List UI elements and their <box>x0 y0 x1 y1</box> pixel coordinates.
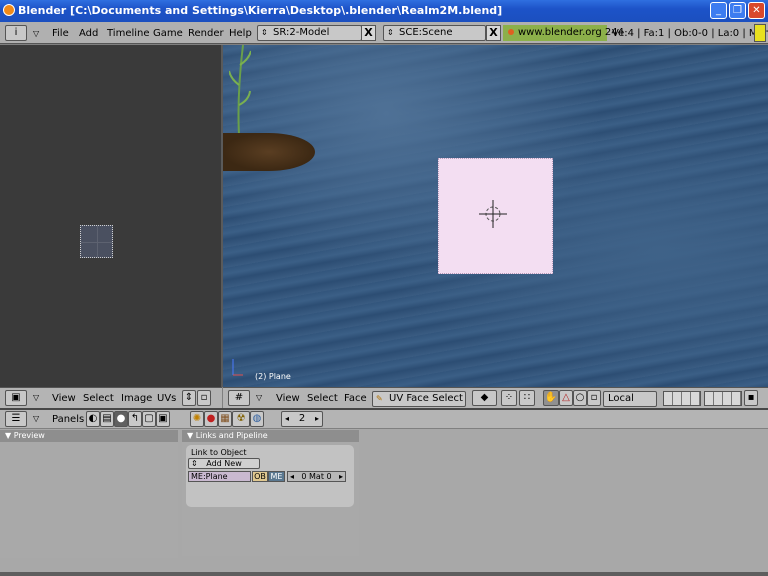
menu-timeline[interactable]: Timeline <box>107 28 150 39</box>
uv-menu-view[interactable]: View <box>52 393 76 404</box>
delete-screen-button[interactable]: X <box>361 25 376 41</box>
menu-add[interactable]: Add <box>79 28 98 39</box>
info-icon: i <box>14 27 18 38</box>
updown-arrow-icon: ⇕ <box>261 28 268 37</box>
window-title: Blender [C:\Documents and Settings\Kierr… <box>18 4 503 17</box>
material-icon[interactable]: ● <box>204 411 218 427</box>
buttons-type-button[interactable]: ☰ <box>5 411 27 427</box>
object-name-label: (2) Plane <box>255 372 291 381</box>
uv-editor-type-button[interactable]: ▣ <box>5 390 27 406</box>
buttons-header: ☰ ▽ Panels ◐ ▤ ● ↰ ▢ ▣ ✺ ● ▦ ☢ ◍ ◂ 2 ▸ <box>0 410 768 429</box>
info-header: i ▽ File Add Timeline Game Render Help ⇕… <box>0 22 768 44</box>
collapse-menu-icon[interactable]: ▽ <box>256 393 262 402</box>
vp-menu-face[interactable]: Face <box>344 393 367 404</box>
translate-icon[interactable]: △ <box>559 390 573 406</box>
rotate-icon[interactable]: ○ <box>573 390 587 406</box>
uv-editor-header: ▣ ▽ View Select Image UVs ⇕ ▫ <box>0 387 222 408</box>
3d-cursor-icon[interactable] <box>479 200 507 228</box>
object-icon[interactable]: ↰ <box>128 411 142 427</box>
logic-icon[interactable]: ◐ <box>86 411 100 427</box>
3d-viewport[interactable]: (2) Plane <box>223 45 768 387</box>
lock-icon[interactable]: ▪ <box>744 390 758 406</box>
script-icon[interactable]: ▤ <box>100 411 114 427</box>
scene-selector[interactable]: ⇕ SCE:Scene <box>383 25 486 41</box>
lamp-icon[interactable]: ✺ <box>190 411 204 427</box>
mode-selector[interactable]: ✎ UV Face Select <box>372 391 466 407</box>
updown-arrow-icon: ⇕ <box>191 459 198 468</box>
layers-row-1[interactable] <box>663 391 701 406</box>
vp-menu-view[interactable]: View <box>276 393 300 404</box>
panels-menu[interactable]: Panels <box>52 414 84 425</box>
delete-scene-button[interactable]: X <box>486 25 501 41</box>
scale-icon[interactable]: ▫ <box>587 390 601 406</box>
right-arrow-icon: ▸ <box>338 472 343 481</box>
uv-face-select-icon: ✎ <box>376 394 383 403</box>
orientation-selector[interactable]: Local <box>603 391 657 407</box>
material-index-field[interactable]: ◂ 0 Mat 0 ▸ <box>287 471 346 482</box>
blender-logo-icon <box>508 29 514 35</box>
left-arrow-icon: ◂ <box>290 472 295 481</box>
left-arrow-icon: ◂ <box>285 414 290 423</box>
right-arrow-icon: ▸ <box>314 414 319 423</box>
viewport-type-button[interactable]: # <box>228 390 250 406</box>
preview-panel: ▼ Preview <box>0 430 178 558</box>
website-label[interactable]: www.blender.org 244 <box>503 25 624 41</box>
image-browse-button[interactable]: ⇕ <box>182 390 196 406</box>
widget-icon[interactable]: ∷ <box>519 390 535 406</box>
minimize-button[interactable]: _ <box>710 2 727 19</box>
radio-icon[interactable]: ☢ <box>232 411 250 427</box>
updown-arrow-icon: ⇕ <box>387 28 394 37</box>
draw-type-button[interactable]: ◆ <box>472 390 497 406</box>
collapse-triangle-icon: ▼ <box>187 431 196 440</box>
texture-icon[interactable]: ▦ <box>218 411 232 427</box>
screen-selector[interactable]: ⇕ SR:2-Model <box>257 25 362 41</box>
link-to-object-label: Link to Object <box>191 448 247 457</box>
scene-stats: Ve:4 | Fa:1 | Ob:0-0 | La:0 | Mem <box>612 28 768 39</box>
me-toggle[interactable]: ME <box>268 471 285 482</box>
collapse-menu-icon[interactable]: ▽ <box>33 393 39 402</box>
info-editor-type-button[interactable]: i <box>5 25 27 41</box>
uv-image-editor[interactable] <box>0 45 221 387</box>
frame-number-field[interactable]: ◂ 2 ▸ <box>281 411 323 427</box>
lock-icon[interactable]: ▫ <box>197 390 211 406</box>
axis-icon <box>232 359 243 376</box>
blender-app-icon <box>3 4 15 16</box>
editing-icon[interactable]: ▢ <box>142 411 156 427</box>
collapse-menu-icon[interactable]: ▽ <box>33 414 39 423</box>
log-model <box>223 133 315 171</box>
pivot-button[interactable]: ⁘ <box>501 390 517 406</box>
preview-panel-title[interactable]: ▼ Preview <box>0 430 178 442</box>
close-button[interactable]: ✕ <box>748 2 765 19</box>
bottom-edge <box>0 572 768 576</box>
world-icon[interactable]: ◍ <box>250 411 264 427</box>
collapse-menu-icon[interactable]: ▽ <box>33 29 39 38</box>
menu-game[interactable]: Game <box>153 28 183 39</box>
uv-menu-select[interactable]: Select <box>83 393 114 404</box>
shading-icon[interactable]: ● <box>114 411 128 427</box>
hand-icon[interactable]: ✋ <box>543 390 559 406</box>
uv-menu-image[interactable]: Image <box>121 393 152 404</box>
maximize-button[interactable]: ❐ <box>729 2 746 19</box>
layers-row-2[interactable] <box>704 391 742 406</box>
add-new-button[interactable]: ⇕ Add New <box>188 458 260 469</box>
uv-menu-uvs[interactable]: UVs <box>157 393 176 404</box>
plant-model <box>229 45 251 135</box>
layout-icon[interactable] <box>754 24 766 42</box>
vp-menu-select[interactable]: Select <box>307 393 338 404</box>
menu-help[interactable]: Help <box>229 28 252 39</box>
uv-face[interactable] <box>80 225 113 258</box>
title-bar: Blender [C:\Documents and Settings\Kierr… <box>0 0 768 22</box>
scene-icon[interactable]: ▣ <box>156 411 170 427</box>
menu-file[interactable]: File <box>52 28 69 39</box>
menu-render[interactable]: Render <box>188 28 224 39</box>
mesh-name-field[interactable]: ME:Plane <box>188 471 251 482</box>
link-to-object-box: Link to Object ⇕ Add New ME:Plane OB ME ◂… <box>186 445 354 507</box>
viewport-header: # ▽ View Select Face ✎ UV Face Select ◆ ⁘… <box>223 387 768 408</box>
links-panel-title[interactable]: ▼ Links and Pipeline <box>182 430 359 442</box>
collapse-triangle-icon: ▼ <box>5 431 14 440</box>
ob-toggle[interactable]: OB <box>252 471 268 482</box>
